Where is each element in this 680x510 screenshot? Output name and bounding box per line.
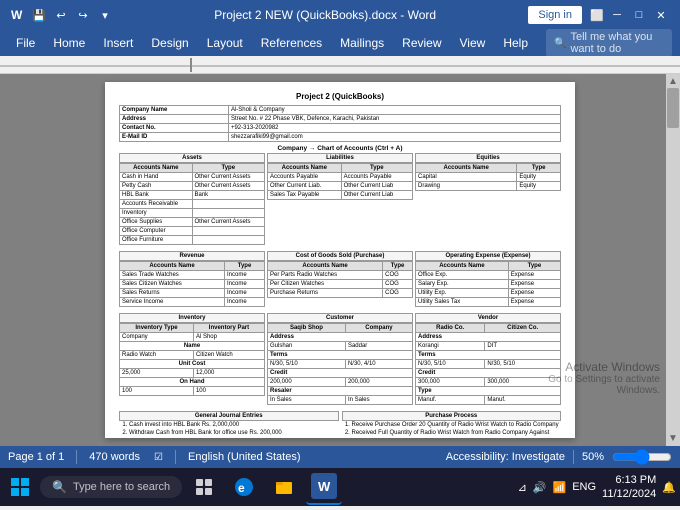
- clock-date: 11/12/2024: [602, 487, 656, 501]
- accessibility-status[interactable]: Accessibility: Investigate: [446, 451, 565, 463]
- liabilities-table: Accounts NameType Accounts PayableAccoun…: [267, 163, 413, 200]
- word-count-icon: ☑: [154, 452, 163, 463]
- status-separator-3: [573, 450, 574, 464]
- notifications-icon[interactable]: 🔔: [662, 481, 676, 494]
- company-name: Al-Sholi & Company: [228, 106, 560, 115]
- menu-file[interactable]: File: [8, 33, 43, 53]
- inventory-section: Inventory Inventory TypeInventory Part C…: [119, 313, 265, 408]
- menu-help[interactable]: Help: [495, 33, 536, 53]
- journal-purchase-grid: General Journal Entries Cash invest into…: [119, 411, 561, 438]
- scroll-up-arrow[interactable]: ▲: [666, 74, 680, 87]
- title-bar: W 💾 ↩ ↪ ▾ Project 2 NEW (QuickBooks).doc…: [0, 0, 680, 30]
- company-info-table: Company Name Al-Sholi & Company Address …: [119, 105, 561, 142]
- word-count: 470 words: [89, 451, 140, 463]
- clock-time: 6:13 PM: [602, 473, 656, 487]
- cogs-section: Cost of Goods Sold (Purchase) Accounts N…: [267, 251, 413, 310]
- menu-home[interactable]: Home: [45, 33, 93, 53]
- undo-icon[interactable]: ↩: [52, 6, 70, 24]
- equities-title: Equities: [415, 153, 561, 163]
- taskbar-edge[interactable]: e: [226, 469, 262, 505]
- zoom-slider[interactable]: [612, 449, 672, 465]
- scroll-down-arrow[interactable]: ▼: [666, 433, 680, 444]
- search-bar[interactable]: 🔍 Tell me what you want to do: [546, 29, 672, 57]
- taskbar-search-text: Type here to search: [73, 481, 170, 493]
- quick-access-toolbar: W 💾 ↩ ↪ ▾: [8, 6, 114, 24]
- taskbar-search[interactable]: 🔍 Type here to search: [40, 476, 182, 498]
- assets-title: Assets: [119, 153, 265, 163]
- network-icon[interactable]: 📶: [553, 481, 567, 494]
- taskbar-explorer[interactable]: [266, 469, 302, 505]
- menu-references[interactable]: References: [253, 33, 330, 53]
- redo-icon[interactable]: ↪: [74, 6, 92, 24]
- taskbar: 🔍 Type here to search e W ⊿ 🔊 📶 ENG 6:13…: [0, 468, 680, 506]
- company-contact: +92-313-2020982: [228, 124, 560, 133]
- assets-section: Assets Accounts NameType Cash in HandOth…: [119, 153, 265, 248]
- volume-icon[interactable]: 🔊: [533, 481, 547, 494]
- status-bar: Page 1 of 1 470 words ☑ English (United …: [0, 446, 680, 468]
- vertical-scrollbar[interactable]: ▲ ▼: [666, 74, 680, 446]
- assets-table: Accounts NameType Cash in HandOther Curr…: [119, 163, 265, 245]
- word-logo-icon: W: [8, 6, 26, 24]
- svg-text:W: W: [11, 8, 23, 22]
- language-indicator: English (United States): [188, 451, 301, 463]
- menu-insert[interactable]: Insert: [95, 33, 141, 53]
- taskbar-word-app[interactable]: W: [306, 469, 342, 505]
- document-title: Project 2 (QuickBooks): [119, 92, 561, 101]
- chart-accounts-header: Company → Chart of Accounts (Ctrl + A): [119, 145, 561, 152]
- page-indicator: Page 1 of 1: [8, 451, 64, 463]
- purchase-process-section: Purchase Process Receive Purchase Order …: [342, 411, 562, 438]
- equities-section: Equities Accounts NameType CapitalEquity…: [415, 153, 561, 248]
- taskbar-search-icon: 🔍: [52, 480, 67, 494]
- ruler: [0, 56, 680, 74]
- start-button[interactable]: [4, 471, 36, 503]
- menu-bar: File Home Insert Design Layout Reference…: [0, 30, 680, 56]
- purchase-list: Receive Purchase Order 20 Quantity of Ra…: [342, 421, 562, 438]
- minimize-button[interactable]: ─: [606, 4, 628, 26]
- company-address: Street No. # 22 Phase VBK, Defence, Kara…: [228, 115, 560, 124]
- system-clock[interactable]: 6:13 PM 11/12/2024: [602, 473, 656, 502]
- close-button[interactable]: ✕: [650, 4, 672, 26]
- liabilities-section: Liabilities Accounts NameType Accounts P…: [267, 153, 413, 248]
- company-email: shezzarafiki99@gmail.com: [228, 133, 560, 142]
- document-area: Project 2 (QuickBooks) Company Name Al-S…: [0, 74, 680, 446]
- search-placeholder: Tell me what you want to do: [570, 31, 664, 55]
- ribbon-display-icon[interactable]: ⬜: [588, 6, 606, 24]
- zoom-level[interactable]: 50%: [582, 451, 604, 463]
- menu-layout[interactable]: Layout: [199, 33, 251, 53]
- general-journal-section: General Journal Entries Cash invest into…: [119, 411, 339, 438]
- menu-review[interactable]: Review: [394, 33, 449, 53]
- search-icon: 🔍: [554, 38, 566, 49]
- maximize-button[interactable]: □: [628, 4, 650, 26]
- window-title: Project 2 NEW (QuickBooks).docx - Word: [122, 8, 528, 22]
- journal-list: Cash invest into HBL Bank Rs. 2,000,000 …: [119, 421, 339, 438]
- taskbar-task-view[interactable]: [186, 469, 222, 505]
- word-app-icon: W: [311, 473, 337, 499]
- sign-in-button[interactable]: Sign in: [528, 6, 582, 24]
- menu-mailings[interactable]: Mailings: [332, 33, 392, 53]
- svg-text:e: e: [238, 481, 245, 495]
- equities-table: Accounts NameType CapitalEquity DrawingE…: [415, 163, 561, 191]
- liabilities-title: Liabilities: [267, 153, 413, 163]
- vendor-section: Vendor Radio Co.Citizen Co. Address Kora…: [415, 313, 561, 408]
- taskbar-system-tray: ⊿ 🔊 📶 ENG 6:13 PM 11/12/2024 🔔: [518, 473, 676, 502]
- customer-section: Customer Saqib ShopCompany Address Gulsh…: [267, 313, 413, 408]
- menu-design[interactable]: Design: [143, 33, 196, 53]
- status-bar-right: Accessibility: Investigate 50%: [446, 449, 672, 465]
- inventory-customer-vendor-grid: Inventory Inventory TypeInventory Part C…: [119, 313, 561, 408]
- status-separator-1: [76, 450, 77, 464]
- language-tray[interactable]: ENG: [572, 481, 596, 493]
- revenue-grid: Revenue Accounts NameType Sales Trade Wa…: [119, 251, 561, 310]
- system-icon-1[interactable]: ⊿: [518, 481, 527, 494]
- scroll-thumb[interactable]: [667, 88, 679, 128]
- document-page: Project 2 (QuickBooks) Company Name Al-S…: [105, 82, 575, 438]
- revenue-section: Revenue Accounts NameType Sales Trade Wa…: [119, 251, 265, 310]
- customize-icon[interactable]: ▾: [96, 6, 114, 24]
- status-separator-2: [175, 450, 176, 464]
- save-icon[interactable]: 💾: [30, 6, 48, 24]
- accounts-grid: Assets Accounts NameType Cash in HandOth…: [119, 153, 561, 248]
- operating-expense-section: Operating Expense (Expense) Accounts Nam…: [415, 251, 561, 310]
- menu-view[interactable]: View: [452, 33, 494, 53]
